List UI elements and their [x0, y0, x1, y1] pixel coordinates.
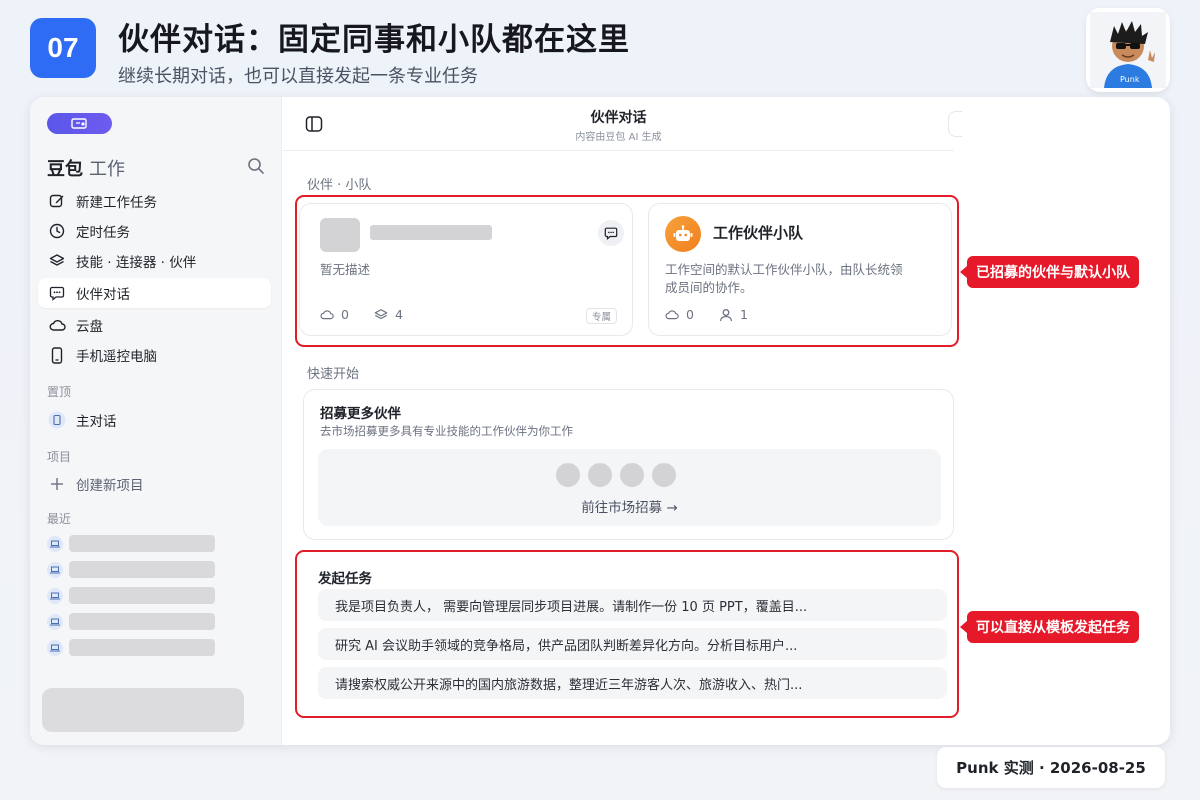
laptop-icon: [47, 561, 63, 578]
sidebar-item-scheduled[interactable]: 定时任务: [38, 216, 271, 246]
recruit-card: 招募更多伙伴 去市场招募更多具有专业技能的工作伙伴为你工作 前往市场招募 →: [303, 389, 954, 540]
main-chat-icon: [48, 411, 66, 429]
clock-icon: [48, 222, 66, 240]
phone-icon: [48, 346, 66, 364]
edit-icon: [48, 192, 66, 210]
projects-section-label: 项目: [47, 450, 72, 464]
recruit-subtitle: 去市场招募更多具有专业技能的工作伙伴为你工作: [320, 424, 573, 438]
plus-icon: [48, 475, 66, 493]
sidebar-brand: 豆包 工作: [47, 155, 125, 181]
sidebar-item-label: 云盘: [76, 319, 103, 335]
cartoon-avatar-icon: Punk: [1090, 12, 1166, 88]
workspace-switch-button[interactable]: [47, 113, 112, 134]
recent-item[interactable]: [47, 639, 215, 656]
recent-item-placeholder: [69, 613, 215, 630]
create-project-button[interactable]: 创建新项目: [38, 469, 271, 499]
laptop-icon: [47, 587, 63, 604]
slide-subhead: 继续长期对话，也可以直接发起一条专业任务: [118, 66, 478, 87]
tasks-highlight-box: [295, 550, 959, 718]
sidebar: 豆包 工作 新建工作任务 定时任务 技能 · 连接器 · 伙伴 伙伴对话 云盘 …: [30, 97, 282, 745]
avatar-placeholder: [620, 463, 644, 487]
monitor-user-icon: [70, 117, 87, 129]
go-to-market-label: 前往市场招募 →: [581, 500, 678, 516]
partner-avatar-group: [556, 463, 684, 487]
brand-suffix: 工作: [89, 159, 125, 180]
right-panel-edge[interactable]: [948, 111, 962, 137]
sidebar-item-cloud-drive[interactable]: 云盘: [38, 310, 271, 340]
search-icon: [248, 158, 264, 174]
page-title: 伙伴对话: [590, 110, 647, 126]
partners-callout: 已招募的伙伴与默认小队: [960, 256, 1139, 288]
slide-number-badge: 07: [30, 18, 96, 78]
svg-text:Punk: Punk: [1120, 75, 1140, 84]
sidebar-item-main-chat[interactable]: 主对话: [38, 405, 271, 435]
layers-icon: [48, 252, 66, 270]
author-avatar: Punk: [1086, 8, 1170, 92]
recent-item[interactable]: [47, 587, 215, 604]
sidebar-item-label: 主对话: [76, 414, 117, 430]
sidebar-item-label: 技能 · 连接器 · 伙伴: [76, 255, 197, 271]
slide-headline: 伙伴对话：固定同事和小队都在这里: [118, 22, 630, 58]
sidebar-item-skills[interactable]: 技能 · 连接器 · 伙伴: [38, 246, 271, 276]
recent-item-placeholder: [69, 561, 215, 578]
sidebar-item-label: 手机遥控电脑: [76, 349, 157, 365]
sidebar-item-new-task[interactable]: 新建工作任务: [38, 186, 271, 216]
recent-item-placeholder: [69, 587, 215, 604]
avatar-placeholder: [556, 463, 580, 487]
recent-item-placeholder: [69, 535, 215, 552]
partners-section-label: 伙伴 · 小队: [307, 178, 372, 193]
avatar-placeholder: [652, 463, 676, 487]
recent-item[interactable]: [47, 613, 215, 630]
create-project-label: 创建新项目: [76, 478, 144, 494]
recent-section-label: 最近: [47, 512, 72, 526]
go-to-market-button[interactable]: 前往市场招募 →: [318, 449, 941, 526]
partners-highlight-box: [295, 195, 959, 347]
ai-generated-note: 内容由豆包 AI 生成: [575, 132, 662, 143]
quick-start-section-label: 快速开始: [307, 367, 360, 382]
chat-bubble-icon: [48, 284, 66, 302]
footer-credit: Punk 实测 · 2026-08-25: [937, 747, 1165, 788]
laptop-icon: [47, 639, 63, 656]
topbar: 伙伴对话 内容由豆包 AI 生成: [283, 97, 954, 151]
tasks-callout: 可以直接从模板发起任务: [960, 611, 1139, 643]
sidebar-search-button[interactable]: [247, 157, 265, 179]
sidebar-item-partner-chat[interactable]: 伙伴对话: [38, 278, 271, 308]
laptop-icon: [47, 535, 63, 552]
pinned-section-label: 置顶: [47, 385, 72, 399]
recruit-title: 招募更多伙伴: [320, 406, 401, 422]
sidebar-item-remote-control[interactable]: 手机遥控电脑: [38, 340, 271, 370]
laptop-icon: [47, 613, 63, 630]
recent-item-placeholder: [69, 639, 215, 656]
avatar-placeholder: [588, 463, 612, 487]
cloud-icon: [48, 316, 66, 334]
sidebar-item-label: 伙伴对话: [76, 287, 130, 303]
brand-name: 豆包: [47, 159, 83, 180]
sidebar-item-label: 定时任务: [76, 225, 130, 241]
recent-item[interactable]: [47, 561, 215, 578]
recent-item[interactable]: [47, 535, 215, 552]
account-panel-placeholder[interactable]: [42, 688, 244, 732]
sidebar-item-label: 新建工作任务: [76, 195, 157, 211]
